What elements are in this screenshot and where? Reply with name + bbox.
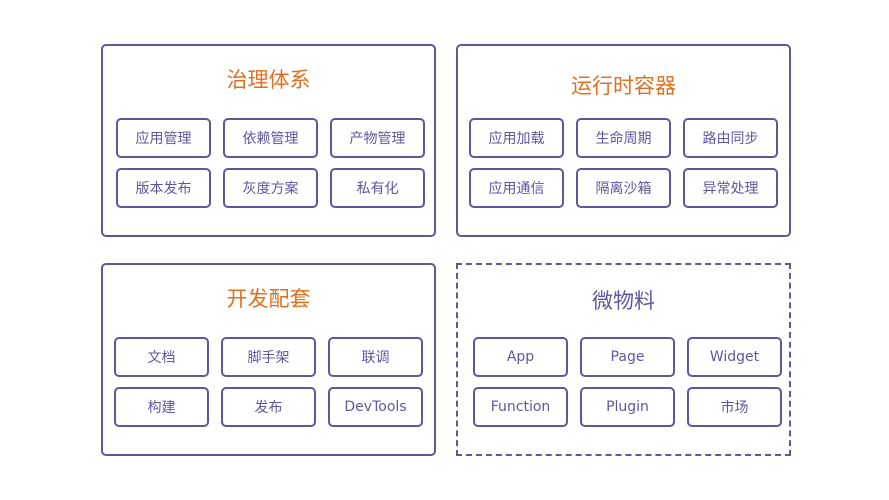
item-box: 生命周期 xyxy=(576,118,671,158)
item-grid: 应用管理 依赖管理 产物管理 版本发布 灰度方案 私有化 xyxy=(116,118,425,208)
item-box: 路由同步 xyxy=(683,118,778,158)
panel-title: 微物料 xyxy=(592,289,655,313)
panel-dev-tooling: 开发配套 文档 脚手架 联调 构建 发布 DevTools xyxy=(101,263,436,456)
panel-title: 治理体系 xyxy=(226,68,311,92)
item-box: Function xyxy=(473,387,568,427)
item-box: 应用通信 xyxy=(469,168,564,208)
item-box: Plugin xyxy=(580,387,675,427)
panel-micro-materials: 微物料 App Page Widget Function Plugin 市场 xyxy=(456,263,791,456)
item-box: 隔离沙箱 xyxy=(576,168,671,208)
panel-title: 开发配套 xyxy=(226,287,311,311)
item-box: 构建 xyxy=(114,387,209,427)
panel-governance: 治理体系 应用管理 依赖管理 产物管理 版本发布 灰度方案 私有化 xyxy=(101,44,436,237)
item-box: 发布 xyxy=(221,387,316,427)
item-box: 市场 xyxy=(687,387,782,427)
item-box: 应用加载 xyxy=(469,118,564,158)
item-box: Page xyxy=(580,337,675,377)
item-box: 应用管理 xyxy=(116,118,211,158)
item-box: 异常处理 xyxy=(683,168,778,208)
item-grid: 应用加载 生命周期 路由同步 应用通信 隔离沙箱 异常处理 xyxy=(469,118,778,208)
item-box: 文档 xyxy=(114,337,209,377)
panel-title: 运行时容器 xyxy=(571,74,676,98)
item-grid: 文档 脚手架 联调 构建 发布 DevTools xyxy=(114,337,423,427)
item-box: DevTools xyxy=(328,387,423,427)
item-box: 依赖管理 xyxy=(223,118,318,158)
item-grid: App Page Widget Function Plugin 市场 xyxy=(473,337,782,427)
item-box: 联调 xyxy=(328,337,423,377)
item-box: 脚手架 xyxy=(221,337,316,377)
item-box: Widget xyxy=(687,337,782,377)
item-box: 产物管理 xyxy=(330,118,425,158)
item-box: 版本发布 xyxy=(116,168,211,208)
item-box: 私有化 xyxy=(330,168,425,208)
panel-runtime-container: 运行时容器 应用加载 生命周期 路由同步 应用通信 隔离沙箱 异常处理 xyxy=(456,44,791,237)
item-box: App xyxy=(473,337,568,377)
item-box: 灰度方案 xyxy=(223,168,318,208)
